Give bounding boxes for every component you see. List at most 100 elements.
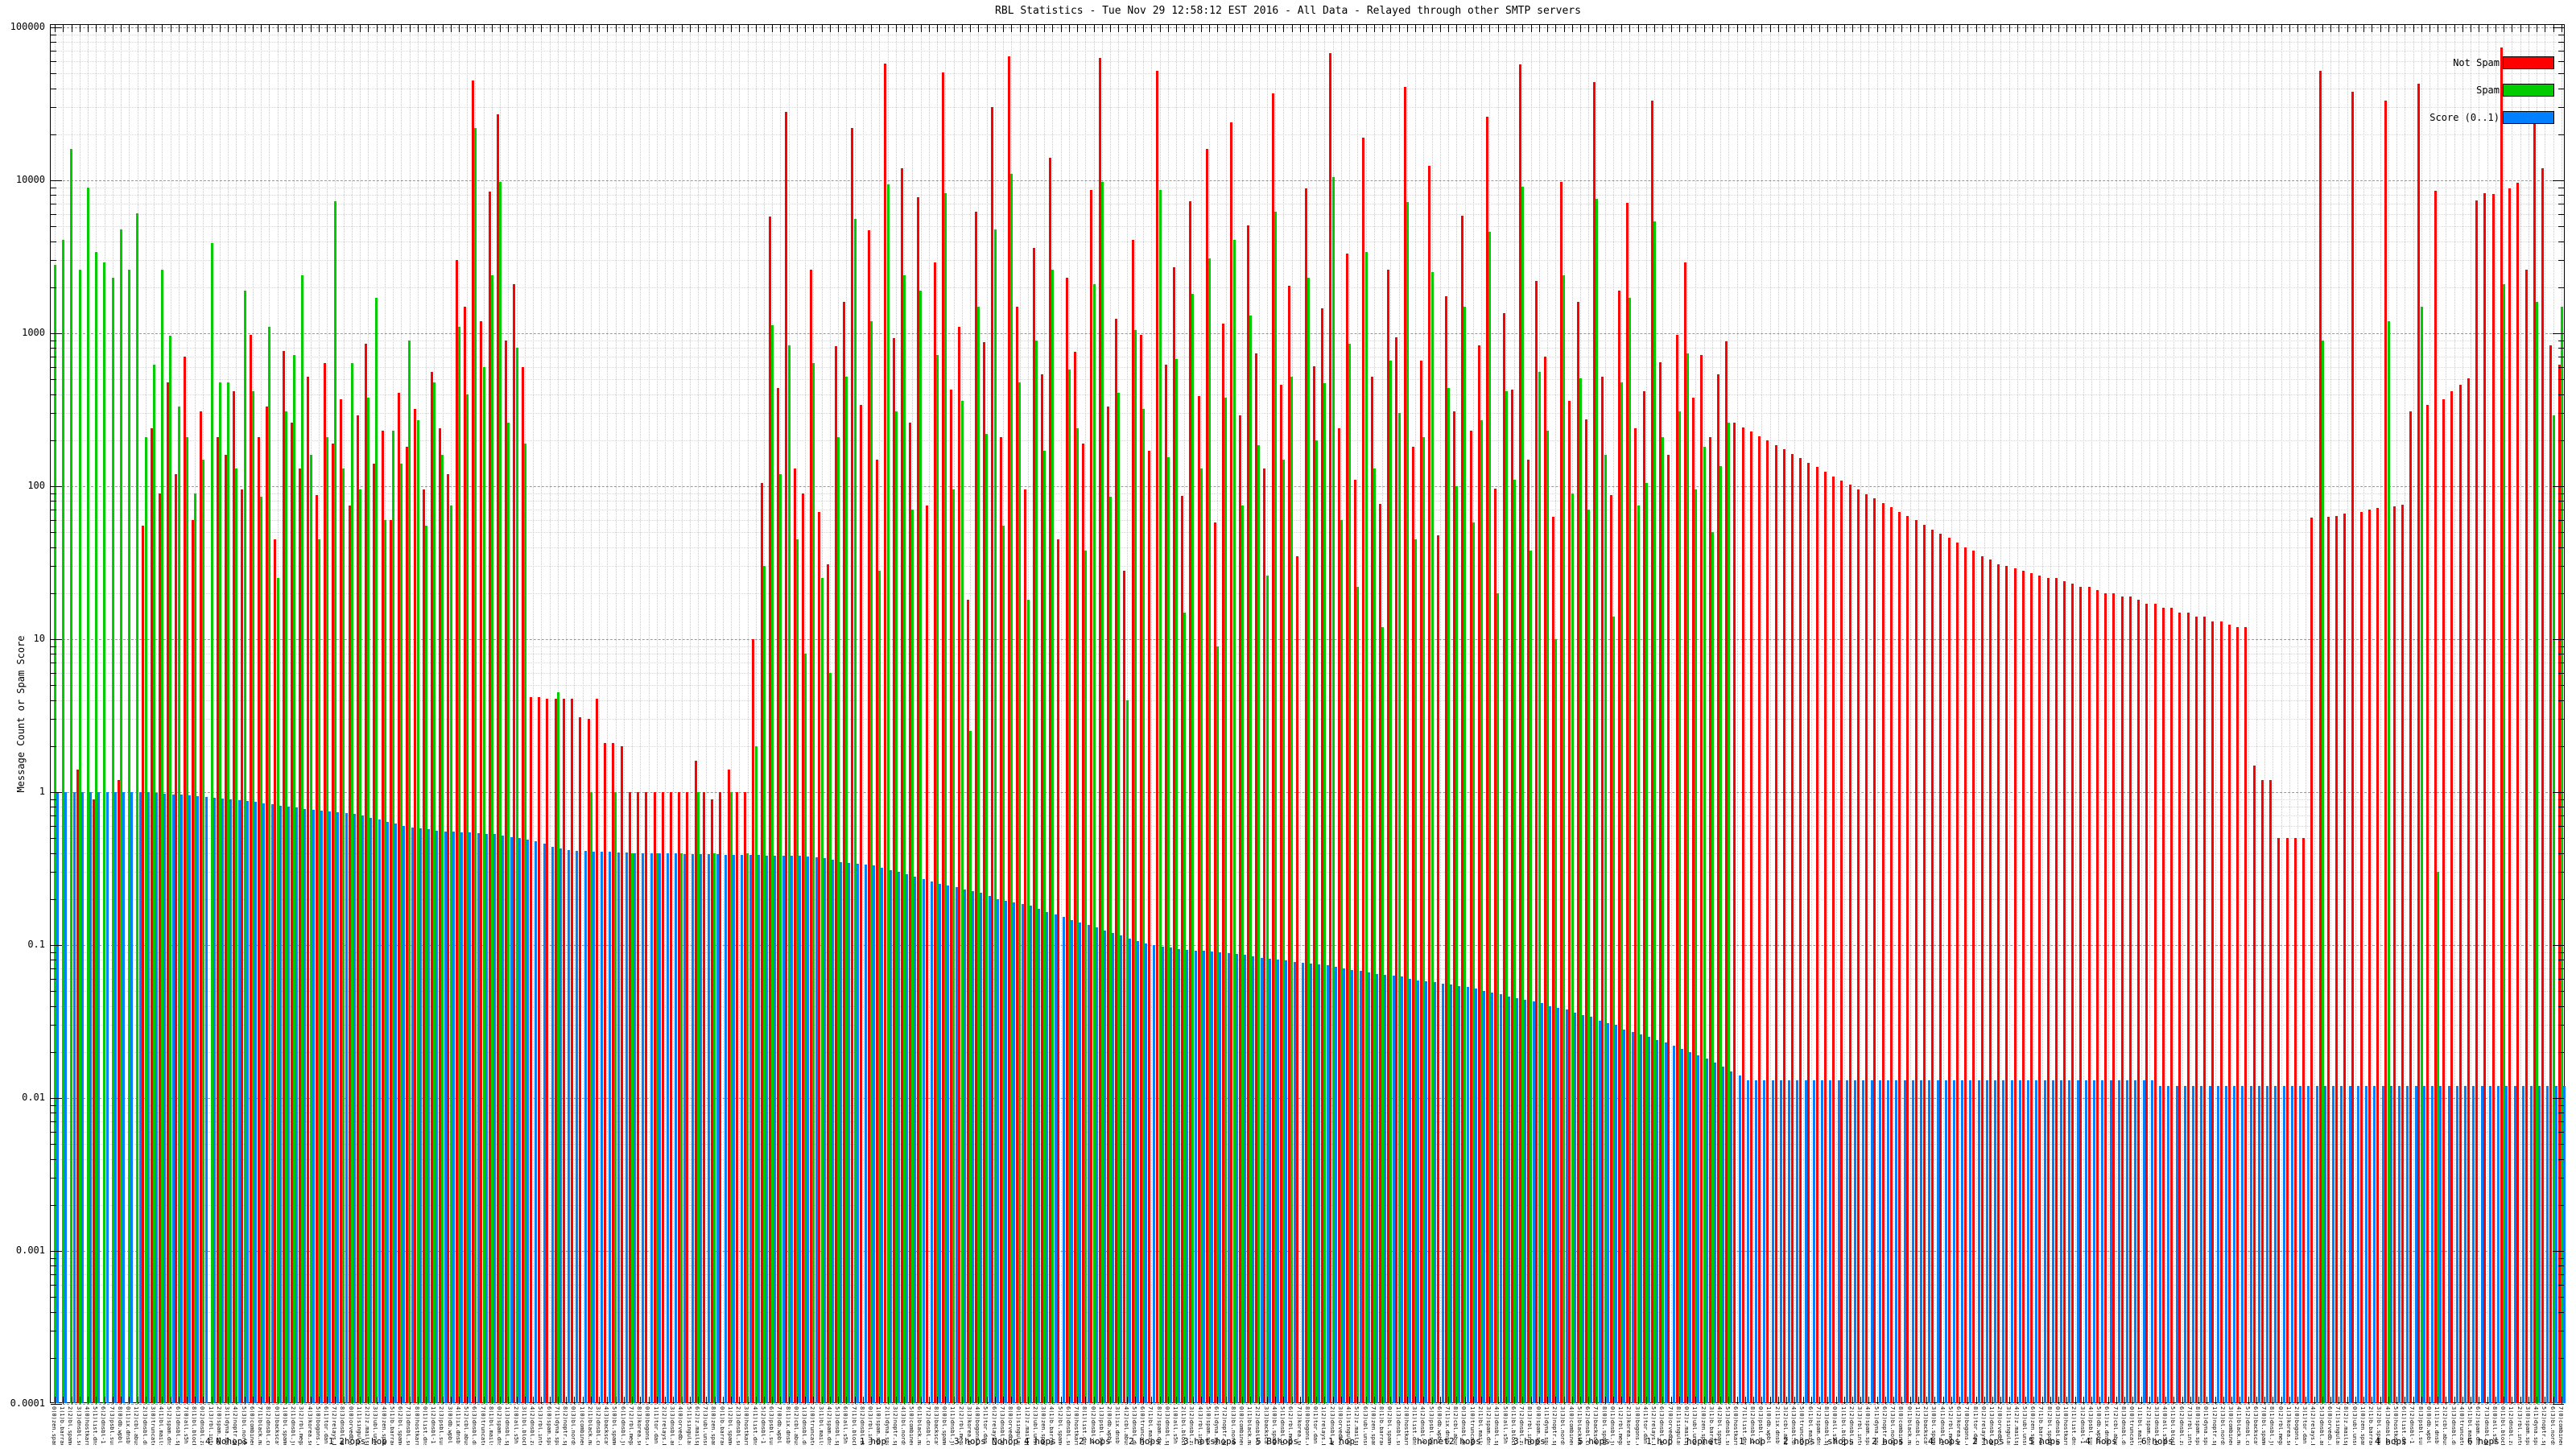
axis-tick — [2388, 1397, 2389, 1404]
grid-vertical — [623, 25, 625, 1404]
grid-vertical — [2107, 25, 2109, 1404]
axis-tick — [51, 520, 56, 522]
grid-vertical — [2008, 25, 2010, 1404]
axis-tick — [1975, 25, 1977, 32]
score-bar — [1343, 968, 1346, 1403]
axis-tick — [1316, 1397, 1318, 1404]
not-spam-bar — [2368, 510, 2371, 1403]
axis-tick — [1563, 25, 1565, 32]
score-bar — [1277, 960, 1280, 1403]
score-bar — [1318, 964, 1321, 1403]
score-bar — [2051, 1080, 2054, 1403]
grid-vertical — [2157, 25, 2158, 1404]
axis-tick — [1514, 25, 1516, 32]
axis-tick — [1901, 25, 1903, 32]
score-bar — [592, 851, 595, 1403]
not-spam-bar — [1823, 472, 1827, 1403]
x-category-label: 4(2)cbl.abuseat.org — [1122, 1406, 1129, 1445]
score-bar — [2274, 1085, 2277, 1403]
x-category-label: 2(3)dnsbl.dronebl.org — [141, 1406, 147, 1445]
axis-tick — [763, 1397, 765, 1404]
axis-tick — [1489, 1397, 1491, 1404]
axis-tick — [442, 1397, 444, 1404]
grid-vertical — [1885, 25, 1886, 1404]
axis-tick — [2553, 792, 2564, 793]
axis-tick — [51, 180, 62, 181]
axis-tick — [393, 1397, 394, 1404]
axis-tick — [51, 1311, 56, 1313]
axis-tick — [203, 25, 204, 32]
not-spam-bar — [1774, 444, 1777, 1403]
axis-tick — [1349, 1397, 1351, 1404]
grid-vertical — [1299, 25, 1301, 1404]
score-bar — [2142, 1080, 2145, 1403]
grid-vertical — [1860, 25, 1862, 1404]
y-tick-label: 1000 — [22, 327, 45, 338]
x-category-label: 0(1)dyna.spamrats.com — [2202, 1406, 2209, 1445]
axis-tick — [2558, 1265, 2564, 1267]
grid-major — [51, 27, 2564, 28]
axis-tick — [51, 1251, 62, 1252]
not-spam-bar — [2508, 188, 2512, 1403]
axis-tick — [747, 1397, 749, 1404]
score-bar — [2257, 1085, 2260, 1403]
axis-tick — [1423, 25, 1425, 32]
x-category-label: 1(0)bl.spameatingmonkey.net — [282, 1406, 287, 1445]
score-bar — [1689, 1051, 1692, 1403]
axis-tick — [51, 815, 56, 817]
not-spam-bar — [1296, 555, 1299, 1403]
x-sublabel: 3 hotshops — [1183, 1436, 1237, 1447]
score-bar — [1713, 1063, 1716, 1403]
x-category-label: 4(2)relays.bl.gweep.ca — [2310, 1406, 2316, 1445]
x-sublabel: 4 hops — [2085, 1436, 2117, 1447]
x-category-label: 1(1)black.mail.abusix.zone — [1246, 1406, 1252, 1445]
axis-tick — [2050, 25, 2051, 32]
axis-tick — [1654, 1397, 1656, 1404]
axis-tick — [51, 826, 56, 828]
axis-tick — [51, 1025, 56, 1026]
not-spam-bar — [1057, 539, 1060, 1403]
x-category-label: 6(2)dnsbl.zapbl.net — [2178, 1406, 2184, 1445]
axis-tick — [51, 440, 56, 441]
axis-tick — [51, 1274, 56, 1276]
axis-tick — [2157, 1397, 2158, 1404]
score-bar — [2200, 1085, 2203, 1403]
axis-tick — [2558, 1132, 2564, 1133]
axis-tick — [2215, 1397, 2216, 1404]
axis-tick — [51, 1144, 56, 1146]
x-category-label: 2(1)list.dnswl.org — [2070, 1406, 2077, 1445]
axis-tick — [953, 1397, 955, 1404]
score-bar — [658, 853, 661, 1403]
axis-tick — [1110, 25, 1112, 32]
axis-tick — [2558, 646, 2564, 647]
grid-vertical — [2487, 25, 2488, 1404]
axis-tick — [51, 394, 56, 395]
axis-tick — [1744, 1397, 1746, 1404]
axis-tick — [681, 25, 683, 32]
axis-tick — [2558, 968, 2564, 970]
chart-title: RBL Statistics - Tue Nov 29 12:58:12 EST… — [995, 5, 1581, 17]
score-bar — [287, 807, 290, 1403]
score-bar — [1821, 1080, 1824, 1403]
axis-tick — [1027, 25, 1029, 32]
axis-tick — [401, 1397, 402, 1404]
axis-tick — [1505, 1397, 1507, 1404]
axis-tick — [978, 1397, 980, 1404]
x-category-label: 8(1)singular.ttk.pte.hu — [1675, 1406, 1681, 1445]
grid-vertical — [2124, 25, 2126, 1404]
grid-vertical — [2413, 25, 2414, 1404]
axis-tick — [1571, 25, 1573, 32]
not-spam-bar — [1889, 506, 1893, 1403]
score-bar — [1953, 1080, 1955, 1403]
grid-vertical — [2132, 25, 2134, 1404]
y-tick-label: 0.1 — [27, 939, 45, 950]
x-category-label: 2(0)all.s5h.net — [512, 1406, 518, 1445]
y-tick-label: 1 — [39, 786, 45, 797]
axis-tick — [2355, 1397, 2356, 1404]
grid-vertical — [2462, 25, 2463, 1404]
grid-vertical — [2099, 25, 2101, 1404]
axis-tick — [1456, 25, 1458, 32]
score-bar — [774, 855, 777, 1403]
axis-tick — [689, 25, 691, 32]
axis-tick — [1373, 1397, 1375, 1404]
